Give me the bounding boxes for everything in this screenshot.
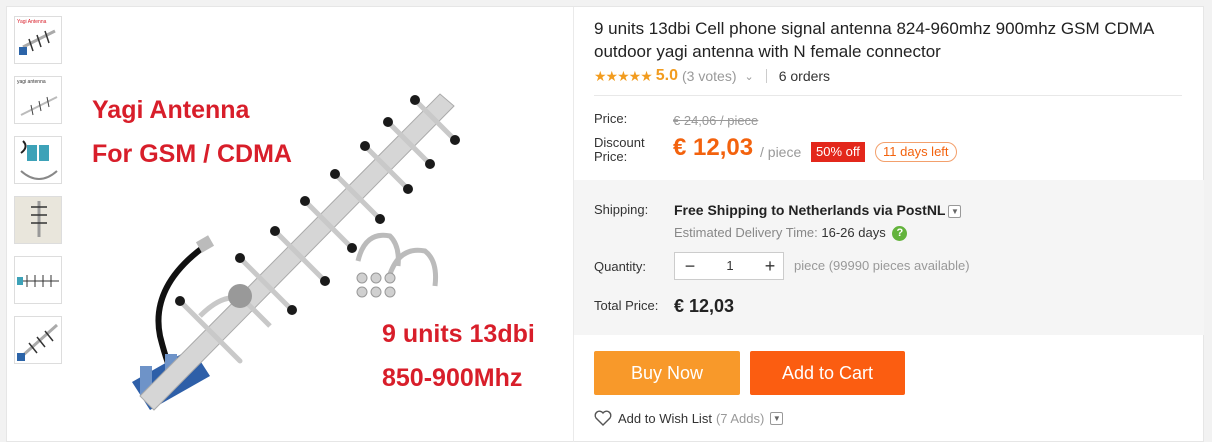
discount-badge: 50% off <box>811 142 865 162</box>
increase-button[interactable]: + <box>757 253 783 279</box>
shipping-option[interactable]: Free Shipping to Netherlands via PostNL ▼ <box>674 202 962 218</box>
quantity-label: Quantity: <box>594 259 647 274</box>
thumbnail-5[interactable] <box>14 256 62 304</box>
rating-score: 5.0 <box>655 67 679 84</box>
current-price: € 12,03 <box>673 134 754 161</box>
star-rating-icon: ★★★★★ <box>594 67 653 84</box>
original-price: € 24,06 / piece <box>673 113 759 128</box>
wishlist-label: Add to Wish List <box>618 410 712 426</box>
thumbnail-6[interactable] <box>14 316 62 364</box>
discount-price-label-1: Discount <box>594 135 645 150</box>
divider <box>594 95 1182 96</box>
divider <box>765 69 767 83</box>
thumbnail-2[interactable]: yagi antenna <box>14 76 62 124</box>
image-caption-line3: 9 units 13dbi <box>382 320 535 348</box>
thumbnail-1[interactable]: Yagi Antenna <box>14 16 62 64</box>
help-icon[interactable]: ? <box>892 226 908 242</box>
quantity-input[interactable] <box>705 253 755 279</box>
total-price: € 12,03 <box>674 296 735 316</box>
decrease-button[interactable]: − <box>677 253 703 279</box>
buy-now-button[interactable]: Buy Now <box>594 351 740 395</box>
delivery-estimate: Estimated Delivery Time: 16-26 days ? <box>674 225 908 242</box>
shipping-text: Free Shipping to Netherlands via PostNL <box>674 202 946 218</box>
discount-price-label-2: Price: <box>594 149 628 164</box>
thumbnail-list: Yagi Antenna yagi antenna <box>14 16 64 376</box>
chevron-down-icon[interactable]: ▼ <box>770 411 784 425</box>
chevron-down-icon[interactable]: ⌄ <box>744 70 753 83</box>
availability-text: piece (99990 pieces available) <box>794 258 970 273</box>
estimate-label: Estimated Delivery Time: <box>674 225 818 240</box>
thumbnail-caption: yagi antenna <box>17 79 46 85</box>
wishlist-link[interactable]: Add to Wish List (7 Adds) ▼ <box>594 410 784 426</box>
quantity-stepper: − + <box>674 252 784 280</box>
thumbnail-3[interactable] <box>14 136 62 184</box>
chevron-down-icon[interactable]: ▼ <box>948 204 962 218</box>
rating-row: ★★★★★ 5.0 (3 votes) ⌄ 6 orders <box>594 66 830 86</box>
image-caption-line4: 850-900Mhz <box>382 364 523 392</box>
price-label: Price: <box>594 111 628 126</box>
thumbnail-caption: Yagi Antenna <box>17 19 47 25</box>
add-to-cart-button[interactable]: Add to Cart <box>750 351 905 395</box>
image-caption-line1: Yagi Antenna <box>92 96 250 124</box>
price-unit: / piece <box>760 144 802 160</box>
orders-count: 6 orders <box>778 68 831 84</box>
estimate-days: 16-26 days <box>821 225 886 240</box>
product-title: 9 units 13dbi Cell phone signal antenna … <box>594 19 1154 61</box>
shipping-label: Shipping: <box>594 202 649 217</box>
wishlist-count: (7 Adds) <box>715 410 765 426</box>
heart-icon <box>594 410 612 426</box>
votes-link[interactable]: (3 votes) <box>682 68 736 84</box>
total-price-label: Total Price: <box>594 298 659 313</box>
thumbnail-4[interactable] <box>14 196 62 244</box>
days-left-badge: 11 days left <box>875 142 957 162</box>
image-caption-line2: For GSM / CDMA <box>92 140 292 168</box>
